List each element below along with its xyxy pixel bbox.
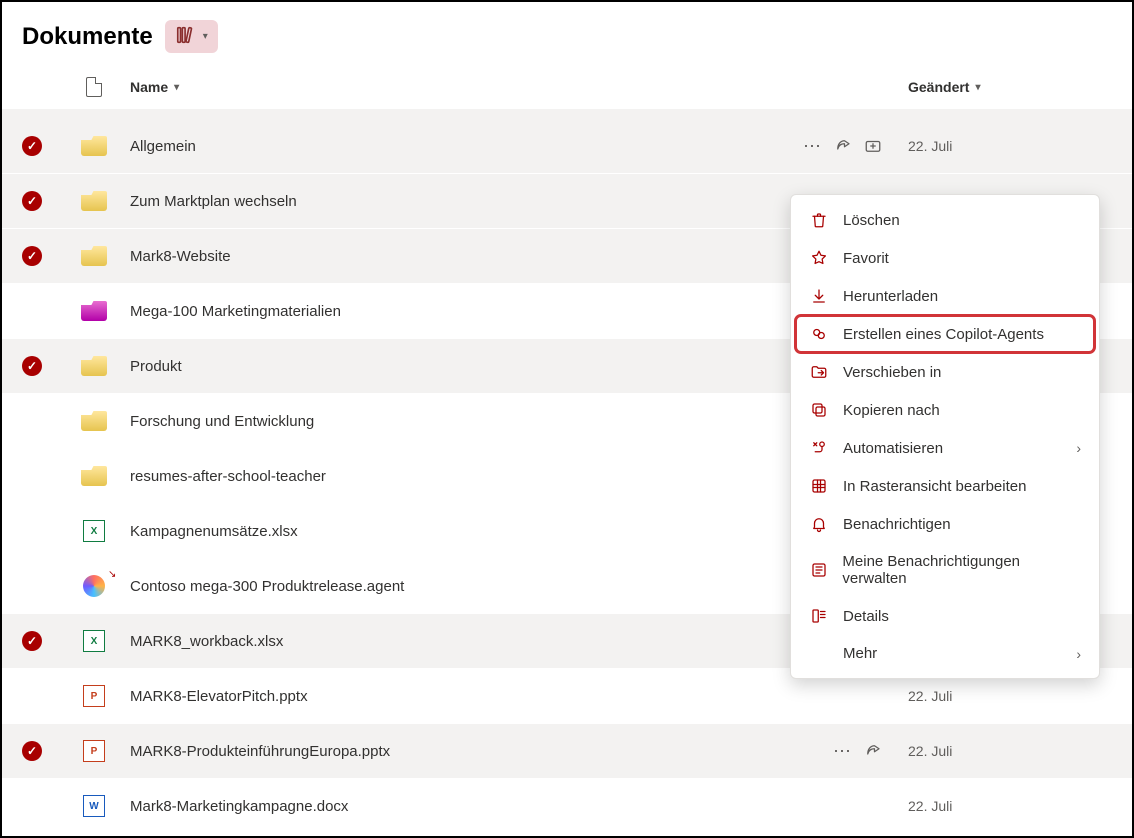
- share-icon[interactable]: [864, 742, 882, 760]
- folder-move-icon: [809, 363, 829, 381]
- menu-item-copy-to[interactable]: Kopieren nach: [791, 391, 1099, 429]
- row-selected-check-icon[interactable]: ✓: [22, 246, 42, 266]
- row-selected-check-icon[interactable]: ✓: [22, 741, 42, 761]
- file-row[interactable]: W Mark8-Marketingkampagne.docx 22. Juli: [2, 779, 1132, 834]
- library-icon: [175, 24, 197, 49]
- menu-item-grid-edit[interactable]: In Rasteransicht bearbeiten: [791, 467, 1099, 505]
- download-icon: [809, 287, 829, 305]
- file-type-icon: [78, 136, 110, 156]
- share-icon[interactable]: [834, 137, 852, 155]
- chevron-right-icon: ›: [1076, 440, 1081, 456]
- flow-icon: [809, 439, 829, 457]
- file-type-icon: [78, 301, 110, 321]
- changed-date-label: 22. Juli: [908, 688, 952, 704]
- file-name-label: Mark8-Marketingkampagne.docx: [130, 798, 348, 815]
- menu-item-label: Herunterladen: [843, 288, 938, 305]
- menu-item-create-agent[interactable]: Erstellen eines Copilot-Agents: [795, 315, 1095, 353]
- file-name-label: MARK8-ProdukteinführungEuropa.pptx: [130, 743, 390, 760]
- bell-icon: [809, 515, 829, 533]
- file-type-icon: X: [78, 520, 110, 542]
- row-selected-check-icon[interactable]: ✓: [22, 356, 42, 376]
- row-more-button[interactable]: ⋯: [803, 136, 822, 157]
- file-name-label: Forschung und Entwicklung: [130, 413, 314, 430]
- trash-icon: [809, 211, 829, 229]
- file-type-icon: [78, 411, 110, 431]
- row-selected-check-icon[interactable]: ✓: [22, 631, 42, 651]
- column-header-name-label: Name: [130, 79, 168, 95]
- file-name-label: Zum Marktplan wechseln: [130, 193, 297, 210]
- alert-list-icon: [809, 561, 828, 579]
- file-row[interactable]: ✓ P MARK8-ProdukteinführungEuropa.pptx ⋯ 22.…: [2, 724, 1132, 779]
- menu-item-label: Favorit: [843, 250, 889, 267]
- chevron-right-icon: ›: [1076, 646, 1081, 662]
- menu-item-more[interactable]: Mehr ›: [791, 635, 1099, 672]
- menu-item-automate[interactable]: Automatisieren ›: [791, 429, 1099, 467]
- file-type-header-icon: [86, 77, 102, 97]
- row-selected-check-icon[interactable]: ✓: [22, 136, 42, 156]
- file-name-label: Produkt: [130, 358, 182, 375]
- file-type-icon: P: [78, 685, 110, 707]
- menu-item-details[interactable]: Details: [791, 597, 1099, 635]
- copy-icon: [809, 401, 829, 419]
- library-switcher[interactable]: ▾: [165, 20, 218, 53]
- file-type-icon: [78, 246, 110, 266]
- menu-item-label: Details: [843, 608, 889, 625]
- page-title: Dokumente: [22, 23, 153, 51]
- column-header-changed-label: Geändert: [908, 79, 969, 95]
- file-name-label: Mark8-Website: [130, 248, 231, 265]
- file-name-label: Allgemein: [130, 138, 196, 155]
- file-name-label: MARK8-ElevatorPitch.pptx: [130, 688, 308, 705]
- file-name-label: MARK8_workback.xlsx: [130, 633, 283, 650]
- menu-item-notify[interactable]: Benachrichtigen: [791, 505, 1099, 543]
- file-name-label: Kampagnenumsätze.xlsx: [130, 523, 298, 540]
- changed-date-label: 22. Juli: [908, 138, 952, 154]
- context-menu: Löschen Favorit Herunterladen Erstellen ein…: [790, 194, 1100, 679]
- chevron-down-icon: ▾: [203, 31, 208, 42]
- file-name-label: Contoso mega-300 Produktrelease.agent: [130, 578, 404, 595]
- file-type-icon: X: [78, 630, 110, 652]
- menu-item-manage-notif[interactable]: Meine Benachrichtigungen verwalten: [791, 543, 1099, 597]
- menu-item-label: Benachrichtigen: [843, 516, 951, 533]
- file-type-icon: P: [78, 740, 110, 762]
- menu-item-label: Verschieben in: [843, 364, 941, 381]
- column-header-name[interactable]: Name ▾: [110, 79, 762, 95]
- file-type-icon: ↘: [78, 575, 110, 597]
- copilot-icon: [809, 325, 829, 343]
- menu-item-favorite[interactable]: Favorit: [791, 239, 1099, 277]
- file-name-label: Mega-100 Marketingmaterialien: [130, 303, 341, 320]
- shortcut-badge-icon: ↘: [108, 569, 116, 580]
- changed-date-label: 22. Juli: [908, 798, 952, 814]
- grid-icon: [809, 477, 829, 495]
- star-icon: [809, 249, 829, 267]
- file-row[interactable]: ✓ Allgemein ⋯ 22. Juli: [2, 119, 1132, 174]
- chevron-down-icon: ▾: [975, 82, 980, 93]
- details-icon: [809, 607, 829, 625]
- row-selected-check-icon[interactable]: ✓: [22, 191, 42, 211]
- file-name-label: resumes-after-school-teacher: [130, 468, 326, 485]
- file-type-icon: [78, 466, 110, 486]
- menu-item-label: Löschen: [843, 212, 900, 229]
- menu-item-label: Meine Benachrichtigungen verwalten: [842, 553, 1081, 587]
- changed-date-label: 22. Juli: [908, 743, 952, 759]
- file-type-icon: [78, 356, 110, 376]
- menu-item-label: Kopieren nach: [843, 402, 940, 419]
- file-type-icon: W: [78, 795, 110, 817]
- menu-item-label: Mehr: [843, 645, 877, 662]
- menu-item-label: Erstellen eines Copilot-Agents: [843, 326, 1044, 343]
- chevron-down-icon: ▾: [174, 82, 179, 93]
- menu-item-download[interactable]: Herunterladen: [791, 277, 1099, 315]
- column-header-changed[interactable]: Geändert ▾: [882, 79, 1112, 95]
- menu-item-delete[interactable]: Löschen: [791, 201, 1099, 239]
- add-to-library-icon[interactable]: [864, 137, 882, 155]
- menu-item-label: Automatisieren: [843, 440, 943, 457]
- menu-item-label: In Rasteransicht bearbeiten: [843, 478, 1026, 495]
- file-type-icon: [78, 191, 110, 211]
- column-header-row: Name ▾ Geändert ▾: [2, 65, 1132, 109]
- menu-item-move-to[interactable]: Verschieben in: [791, 353, 1099, 391]
- row-more-button[interactable]: ⋯: [833, 741, 852, 762]
